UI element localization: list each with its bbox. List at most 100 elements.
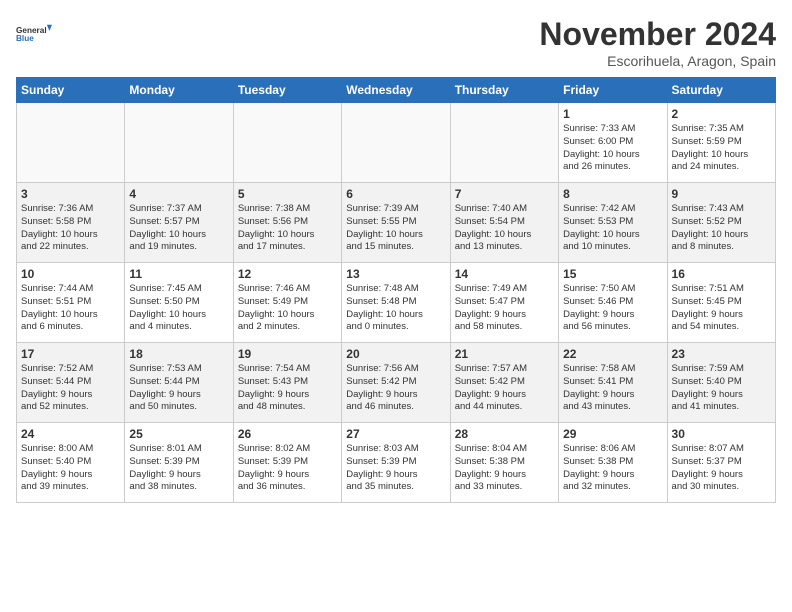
day-number: 29 <box>563 427 662 441</box>
day-info: Sunrise: 8:02 AMSunset: 5:39 PMDaylight:… <box>238 443 337 494</box>
calendar-cell: 29 Sunrise: 8:06 AMSunset: 5:38 PMDayligh… <box>559 423 667 503</box>
calendar-week-row: 17 Sunrise: 7:52 AMSunset: 5:44 PMDayligh… <box>17 343 776 423</box>
calendar-cell <box>17 103 125 183</box>
day-info: Sunrise: 8:04 AMSunset: 5:38 PMDaylight:… <box>455 443 554 494</box>
calendar-week-row: 24 Sunrise: 8:00 AMSunset: 5:40 PMDayligh… <box>17 423 776 503</box>
calendar-cell: 27Sunrise: 8:03 AMSunset: 5:39 PMDayligh… <box>342 423 450 503</box>
calendar-cell: 19Sunrise: 7:54 AMSunset: 5:43 PMDayligh… <box>233 343 341 423</box>
calendar-body: 1 Sunrise: 7:33 AMSunset: 6:00 PMDaylight… <box>17 103 776 503</box>
weekday-header: Wednesday <box>342 78 450 103</box>
day-number: 21 <box>455 347 554 361</box>
day-number: 4 <box>129 187 228 201</box>
calendar-table: SundayMondayTuesdayWednesdayThursdayFrid… <box>16 77 776 503</box>
day-info: Sunrise: 7:43 AMSunset: 5:52 PMDaylight:… <box>672 203 771 254</box>
calendar-cell: 18Sunrise: 7:53 AMSunset: 5:44 PMDayligh… <box>125 343 233 423</box>
day-number: 28 <box>455 427 554 441</box>
day-info: Sunrise: 7:38 AMSunset: 5:56 PMDaylight:… <box>238 203 337 254</box>
calendar-week-row: 3 Sunrise: 7:36 AMSunset: 5:58 PMDaylight… <box>17 183 776 263</box>
day-number: 3 <box>21 187 120 201</box>
day-info: Sunrise: 7:36 AMSunset: 5:58 PMDaylight:… <box>21 203 120 254</box>
month-title: November 2024 <box>539 16 776 53</box>
calendar-cell <box>125 103 233 183</box>
day-info: Sunrise: 8:06 AMSunset: 5:38 PMDaylight:… <box>563 443 662 494</box>
location: Escorihuela, Aragon, Spain <box>539 53 776 69</box>
calendar-cell: 25 Sunrise: 8:01 AMSunset: 5:39 PMDayligh… <box>125 423 233 503</box>
calendar-cell: 28 Sunrise: 8:04 AMSunset: 5:38 PMDayligh… <box>450 423 558 503</box>
day-info: Sunrise: 7:54 AMSunset: 5:43 PMDaylight:… <box>238 363 337 414</box>
day-number: 6 <box>346 187 445 201</box>
title-block: November 2024 Escorihuela, Aragon, Spain <box>539 16 776 69</box>
logo: General Blue <box>16 16 52 52</box>
day-number: 5 <box>238 187 337 201</box>
calendar-cell: 1 Sunrise: 7:33 AMSunset: 6:00 PMDaylight… <box>559 103 667 183</box>
day-info: Sunrise: 7:44 AMSunset: 5:51 PMDaylight:… <box>21 283 120 334</box>
calendar-cell: 13 Sunrise: 7:48 AMSunset: 5:48 PMDayligh… <box>342 263 450 343</box>
calendar-cell <box>342 103 450 183</box>
calendar-cell: 20 Sunrise: 7:56 AMSunset: 5:42 PMDayligh… <box>342 343 450 423</box>
day-number: 7 <box>455 187 554 201</box>
day-number: 20 <box>346 347 445 361</box>
calendar-cell: 5 Sunrise: 7:38 AMSunset: 5:56 PMDaylight… <box>233 183 341 263</box>
day-number: 13 <box>346 267 445 281</box>
calendar-cell: 26 Sunrise: 8:02 AMSunset: 5:39 PMDayligh… <box>233 423 341 503</box>
calendar-cell: 15 Sunrise: 7:50 AMSunset: 5:46 PMDayligh… <box>559 263 667 343</box>
calendar-cell: 2 Sunrise: 7:35 AMSunset: 5:59 PMDaylight… <box>667 103 775 183</box>
calendar-cell: 7Sunrise: 7:40 AMSunset: 5:54 PMDaylight… <box>450 183 558 263</box>
calendar-cell: 3 Sunrise: 7:36 AMSunset: 5:58 PMDaylight… <box>17 183 125 263</box>
calendar-cell: 17 Sunrise: 7:52 AMSunset: 5:44 PMDayligh… <box>17 343 125 423</box>
calendar-cell: 9Sunrise: 7:43 AMSunset: 5:52 PMDaylight… <box>667 183 775 263</box>
day-info: Sunrise: 7:37 AMSunset: 5:57 PMDaylight:… <box>129 203 228 254</box>
day-info: Sunrise: 7:57 AMSunset: 5:42 PMDaylight:… <box>455 363 554 414</box>
svg-text:Blue: Blue <box>16 34 34 43</box>
day-number: 14 <box>455 267 554 281</box>
calendar-week-row: 10Sunrise: 7:44 AMSunset: 5:51 PMDayligh… <box>17 263 776 343</box>
day-number: 26 <box>238 427 337 441</box>
day-info: Sunrise: 8:00 AMSunset: 5:40 PMDaylight:… <box>21 443 120 494</box>
day-info: Sunrise: 7:52 AMSunset: 5:44 PMDaylight:… <box>21 363 120 414</box>
day-info: Sunrise: 8:07 AMSunset: 5:37 PMDaylight:… <box>672 443 771 494</box>
calendar-week-row: 1 Sunrise: 7:33 AMSunset: 6:00 PMDaylight… <box>17 103 776 183</box>
day-info: Sunrise: 8:03 AMSunset: 5:39 PMDaylight:… <box>346 443 445 494</box>
calendar-cell: 24 Sunrise: 8:00 AMSunset: 5:40 PMDayligh… <box>17 423 125 503</box>
day-info: Sunrise: 7:53 AMSunset: 5:44 PMDaylight:… <box>129 363 228 414</box>
day-info: Sunrise: 7:33 AMSunset: 6:00 PMDaylight:… <box>563 123 662 174</box>
day-info: Sunrise: 7:59 AMSunset: 5:40 PMDaylight:… <box>672 363 771 414</box>
weekday-header: Thursday <box>450 78 558 103</box>
weekday-header: Tuesday <box>233 78 341 103</box>
calendar-cell: 11 Sunrise: 7:45 AMSunset: 5:50 PMDayligh… <box>125 263 233 343</box>
day-info: Sunrise: 7:48 AMSunset: 5:48 PMDaylight:… <box>346 283 445 334</box>
day-number: 15 <box>563 267 662 281</box>
day-number: 25 <box>129 427 228 441</box>
calendar-cell: 10Sunrise: 7:44 AMSunset: 5:51 PMDayligh… <box>17 263 125 343</box>
weekday-header: Monday <box>125 78 233 103</box>
weekday-header: Sunday <box>17 78 125 103</box>
calendar-cell: 4 Sunrise: 7:37 AMSunset: 5:57 PMDaylight… <box>125 183 233 263</box>
logo-svg: General Blue <box>16 16 52 52</box>
calendar-cell <box>450 103 558 183</box>
calendar-cell: 30 Sunrise: 8:07 AMSunset: 5:37 PMDayligh… <box>667 423 775 503</box>
day-number: 11 <box>129 267 228 281</box>
day-number: 17 <box>21 347 120 361</box>
day-number: 1 <box>563 107 662 121</box>
day-number: 2 <box>672 107 771 121</box>
day-number: 22 <box>563 347 662 361</box>
day-number: 16 <box>672 267 771 281</box>
calendar-cell: 16Sunrise: 7:51 AMSunset: 5:45 PMDayligh… <box>667 263 775 343</box>
day-number: 30 <box>672 427 771 441</box>
day-info: Sunrise: 7:49 AMSunset: 5:47 PMDaylight:… <box>455 283 554 334</box>
day-number: 12 <box>238 267 337 281</box>
day-number: 24 <box>21 427 120 441</box>
day-info: Sunrise: 8:01 AMSunset: 5:39 PMDaylight:… <box>129 443 228 494</box>
calendar-cell: 14 Sunrise: 7:49 AMSunset: 5:47 PMDayligh… <box>450 263 558 343</box>
day-info: Sunrise: 7:35 AMSunset: 5:59 PMDaylight:… <box>672 123 771 174</box>
page-header: General Blue November 2024 Escorihuela, … <box>16 16 776 69</box>
calendar-cell: 21 Sunrise: 7:57 AMSunset: 5:42 PMDayligh… <box>450 343 558 423</box>
day-info: Sunrise: 7:56 AMSunset: 5:42 PMDaylight:… <box>346 363 445 414</box>
day-info: Sunrise: 7:50 AMSunset: 5:46 PMDaylight:… <box>563 283 662 334</box>
day-info: Sunrise: 7:58 AMSunset: 5:41 PMDaylight:… <box>563 363 662 414</box>
day-info: Sunrise: 7:45 AMSunset: 5:50 PMDaylight:… <box>129 283 228 334</box>
day-info: Sunrise: 7:39 AMSunset: 5:55 PMDaylight:… <box>346 203 445 254</box>
weekday-header: Saturday <box>667 78 775 103</box>
calendar-cell: 8Sunrise: 7:42 AMSunset: 5:53 PMDaylight… <box>559 183 667 263</box>
calendar-header-row: SundayMondayTuesdayWednesdayThursdayFrid… <box>17 78 776 103</box>
